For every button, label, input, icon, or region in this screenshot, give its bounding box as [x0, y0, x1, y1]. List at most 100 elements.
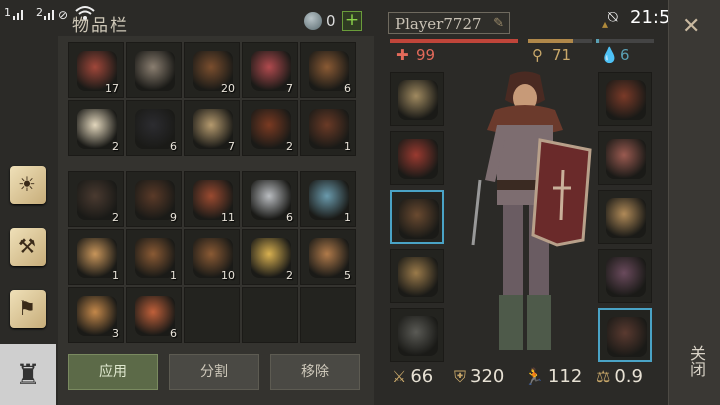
inventory-slot[interactable]: 2	[68, 171, 124, 227]
equipment-slot[interactable]	[390, 308, 444, 362]
rail-wizard-button[interactable]: ⚑	[4, 284, 50, 334]
inventory-slot-empty[interactable]	[242, 287, 298, 343]
leather-icon	[309, 238, 349, 278]
equipment-slot[interactable]	[390, 131, 444, 185]
inventory-slot[interactable]: 7	[184, 100, 240, 156]
remove-button[interactable]: 移除	[270, 354, 360, 390]
item-count: 5	[344, 269, 351, 282]
equipment-slot[interactable]	[598, 190, 652, 244]
item-count: 2	[112, 211, 119, 224]
signal-2: 2	[36, 6, 43, 19]
equipment-slot[interactable]	[598, 308, 652, 362]
fang-icon	[77, 109, 117, 149]
attack-stat: ⚔ 66	[392, 366, 433, 387]
inventory-slot[interactable]: 1	[126, 229, 182, 285]
rail-inventory-button[interactable]: ♜	[0, 344, 56, 405]
health-value: 99	[416, 46, 436, 64]
candle-icon	[251, 238, 291, 278]
inventory-slot[interactable]: 6	[300, 42, 356, 98]
weight-icon: ⚖	[596, 367, 611, 386]
defense-stat: ⛨ 320	[454, 366, 504, 387]
rail-skills-button[interactable]: ☀	[4, 160, 50, 210]
rag-icon	[135, 296, 175, 336]
item-count: 6	[170, 140, 177, 153]
inventory-slot[interactable]: 11	[184, 171, 240, 227]
close-icon[interactable]: ✕	[682, 14, 700, 39]
inventory-slot[interactable]: 7	[242, 42, 298, 98]
inventory-slot[interactable]: 9	[126, 171, 182, 227]
gem-count: 0	[326, 12, 336, 30]
backpack-icon	[399, 199, 439, 239]
inventory-slot[interactable]: 17	[68, 42, 124, 98]
health-icon: ✚	[396, 46, 409, 64]
inventory-slot[interactable]: 2	[68, 100, 124, 156]
item-count: 17	[105, 82, 119, 95]
item-count: 9	[170, 211, 177, 224]
apply-button[interactable]: 应用	[68, 354, 158, 390]
food-bar-track	[528, 39, 592, 43]
chainmail-icon	[606, 139, 646, 179]
hat-icon: ⚑	[18, 296, 36, 320]
lock-icon	[398, 316, 438, 356]
no-sim-icon: ⊘	[58, 8, 69, 22]
attack-value: 66	[410, 366, 434, 387]
equipment-slot[interactable]	[598, 131, 652, 185]
inventory-slot[interactable]: 2	[242, 229, 298, 285]
rail-craft-button[interactable]: ⚒	[4, 222, 50, 272]
shield-icon	[398, 139, 438, 179]
page-title: 物品栏	[72, 16, 129, 36]
item-count: 2	[286, 269, 293, 282]
mace-icon	[135, 51, 175, 91]
water-icon: 💧	[600, 46, 619, 64]
speed-stat: 🏃 112	[524, 366, 582, 387]
inventory-slot[interactable]: 1	[300, 100, 356, 156]
inventory-slot[interactable]: 1	[300, 171, 356, 227]
inventory-slot[interactable]: 6	[126, 287, 182, 343]
inventory-slot[interactable]: 6	[126, 100, 182, 156]
item-count: 6	[344, 82, 351, 95]
signal-bars-icon	[43, 6, 57, 20]
close-label[interactable]: 关闭	[684, 345, 708, 377]
inventory-slot-empty[interactable]	[300, 287, 356, 343]
cloth-icon	[77, 296, 117, 336]
health-bar-track	[390, 39, 518, 43]
equipment-slot[interactable]	[390, 249, 444, 303]
inventory-slot[interactable]: 20	[184, 42, 240, 98]
inventory-slot[interactable]: 6	[242, 171, 298, 227]
inventory-slot[interactable]: 2	[242, 100, 298, 156]
item-count: 6	[286, 211, 293, 224]
edit-feather-icon: ✎	[493, 16, 504, 31]
inventory-slot-empty[interactable]	[184, 287, 240, 343]
sun-icon: ☀	[18, 172, 36, 196]
equipment-slot[interactable]	[390, 190, 444, 244]
pants-icon	[606, 257, 646, 297]
split-button[interactable]: 分割	[169, 354, 259, 390]
item-count: 7	[228, 140, 235, 153]
item-count: 1	[344, 211, 351, 224]
equipment-slot[interactable]	[598, 249, 652, 303]
inventory-slot[interactable]: 1	[68, 229, 124, 285]
item-count: 1	[112, 269, 119, 282]
player-name-field[interactable]: Player7727 ✎	[388, 12, 510, 34]
torch-icon	[398, 257, 438, 297]
inventory-slot[interactable]: 5	[300, 229, 356, 285]
inventory-slot[interactable]: 3	[68, 287, 124, 343]
item-count: 2	[112, 140, 119, 153]
equipment-slot[interactable]	[390, 72, 444, 126]
hood-icon	[606, 80, 646, 120]
dropdown-icon: ▴	[602, 17, 609, 31]
equipment-slot[interactable]	[598, 72, 652, 126]
signal-1: 1	[4, 6, 11, 19]
item-count: 1	[344, 140, 351, 153]
water-bar-track	[596, 39, 654, 43]
inventory-slot[interactable]: 10	[184, 229, 240, 285]
item-count: 11	[221, 211, 235, 224]
item-count: 7	[286, 82, 293, 95]
sword-icon	[398, 80, 438, 120]
add-currency-button[interactable]: +	[342, 11, 362, 31]
item-count: 6	[170, 327, 177, 340]
defense-icon: ⛨	[454, 367, 467, 386]
food-icon: ⚲	[532, 46, 543, 64]
speed-value: 112	[547, 366, 583, 387]
inventory-slot[interactable]	[126, 42, 182, 98]
